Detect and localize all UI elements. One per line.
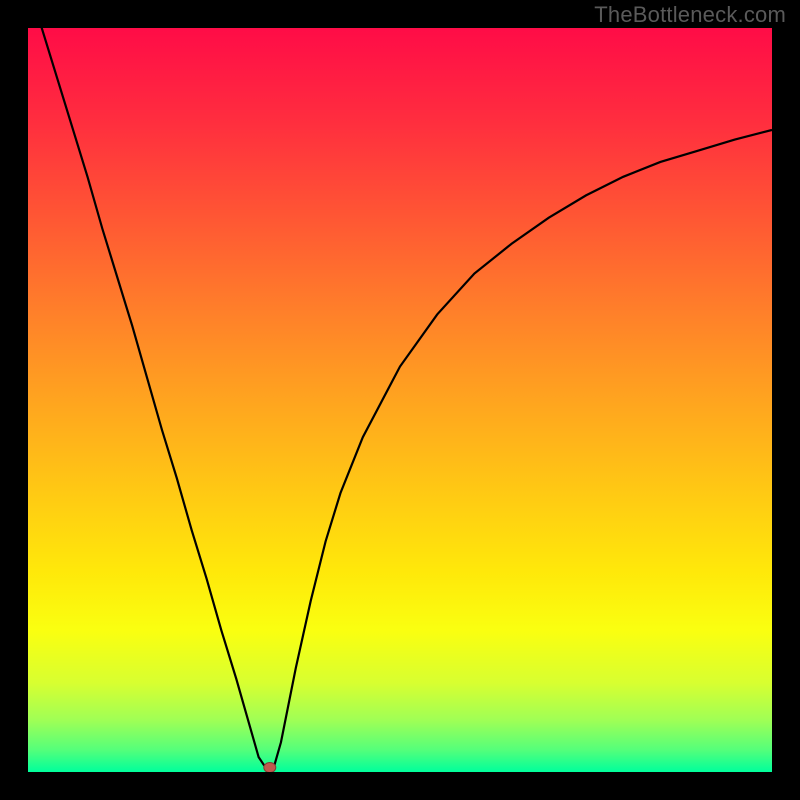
minimum-marker (264, 763, 276, 772)
chart-svg (28, 28, 772, 772)
gradient-background (28, 28, 772, 772)
plot-area (28, 28, 772, 772)
watermark-text: TheBottleneck.com (594, 2, 786, 28)
chart-frame: TheBottleneck.com (0, 0, 800, 800)
